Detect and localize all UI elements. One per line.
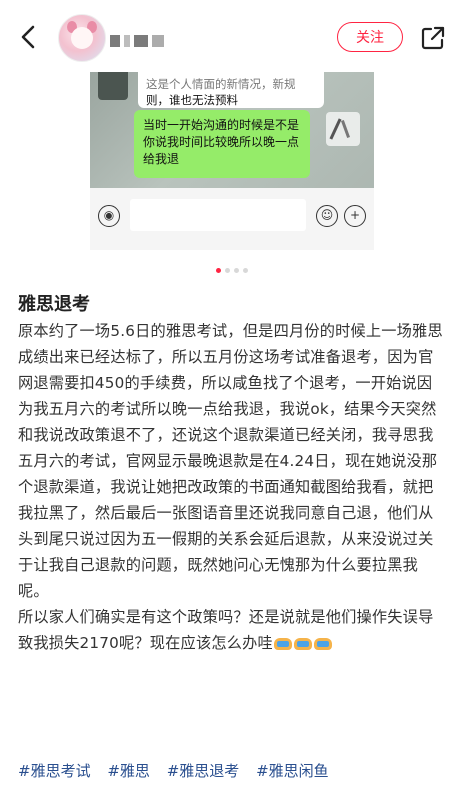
share-icon[interactable] xyxy=(419,24,447,52)
hashtag-link[interactable]: #雅思考试 xyxy=(18,762,91,780)
back-arrow-icon[interactable] xyxy=(14,22,44,52)
post-paragraph-1: 原本约了一场5.6日的雅思考试，但是四月份的时候上一场雅思成绩出来已经达标了，所… xyxy=(18,322,443,600)
chat-left-avatar xyxy=(98,72,128,100)
post-body: 原本约了一场5.6日的雅思考试，但是四月份的时候上一场雅思成绩出来已经达标了，所… xyxy=(18,318,444,656)
carousel-dot xyxy=(243,268,248,273)
post-paragraph-2: 所以家人们确实是有这个政策吗？还是说就是他们操作失误导致我损失2170呢？现在应… xyxy=(18,608,434,652)
carousel-dot-active xyxy=(216,268,221,273)
hashtag-link[interactable]: #雅思 xyxy=(107,762,150,780)
post-title: 雅思退考 xyxy=(18,294,90,315)
emoji-face-icon: ☺ xyxy=(316,205,338,227)
hashtag-link[interactable]: #雅思退考 xyxy=(167,762,240,780)
crying-emoji-icon xyxy=(313,634,333,650)
crying-emoji-icon xyxy=(293,634,313,650)
chat-text-box xyxy=(130,199,306,231)
crying-emoji-icon xyxy=(273,634,293,650)
hashtag-link[interactable]: #雅思闲鱼 xyxy=(256,762,329,780)
chat-right-avatar xyxy=(326,112,360,146)
post-image[interactable]: 这是个人情面的新情况，新规 则，谁也无法预料 当时一开始沟通的时候是不是你说我时… xyxy=(90,72,374,250)
chat-input-bar: ◉ ☺ + xyxy=(90,188,374,250)
author-avatar[interactable] xyxy=(58,14,106,62)
carousel-dot xyxy=(234,268,239,273)
chat-bubble-sent: 当时一开始沟通的时候是不是你说我时间比较晚所以晚一点给我退 xyxy=(134,110,310,178)
follow-button[interactable]: 关注 xyxy=(337,22,403,52)
plus-icon: + xyxy=(344,205,366,227)
chat-bubble-received: 这是个人情面的新情况，新规 则，谁也无法预料 xyxy=(138,72,324,108)
voice-icon: ◉ xyxy=(98,205,120,227)
top-bar: 关注 xyxy=(0,0,464,72)
author-name-redacted[interactable] xyxy=(110,32,172,47)
hashtag-list: #雅思考试 #雅思 #雅思退考 #雅思闲鱼 xyxy=(18,760,341,781)
carousel-dot xyxy=(225,268,230,273)
carousel-indicator xyxy=(0,260,464,273)
